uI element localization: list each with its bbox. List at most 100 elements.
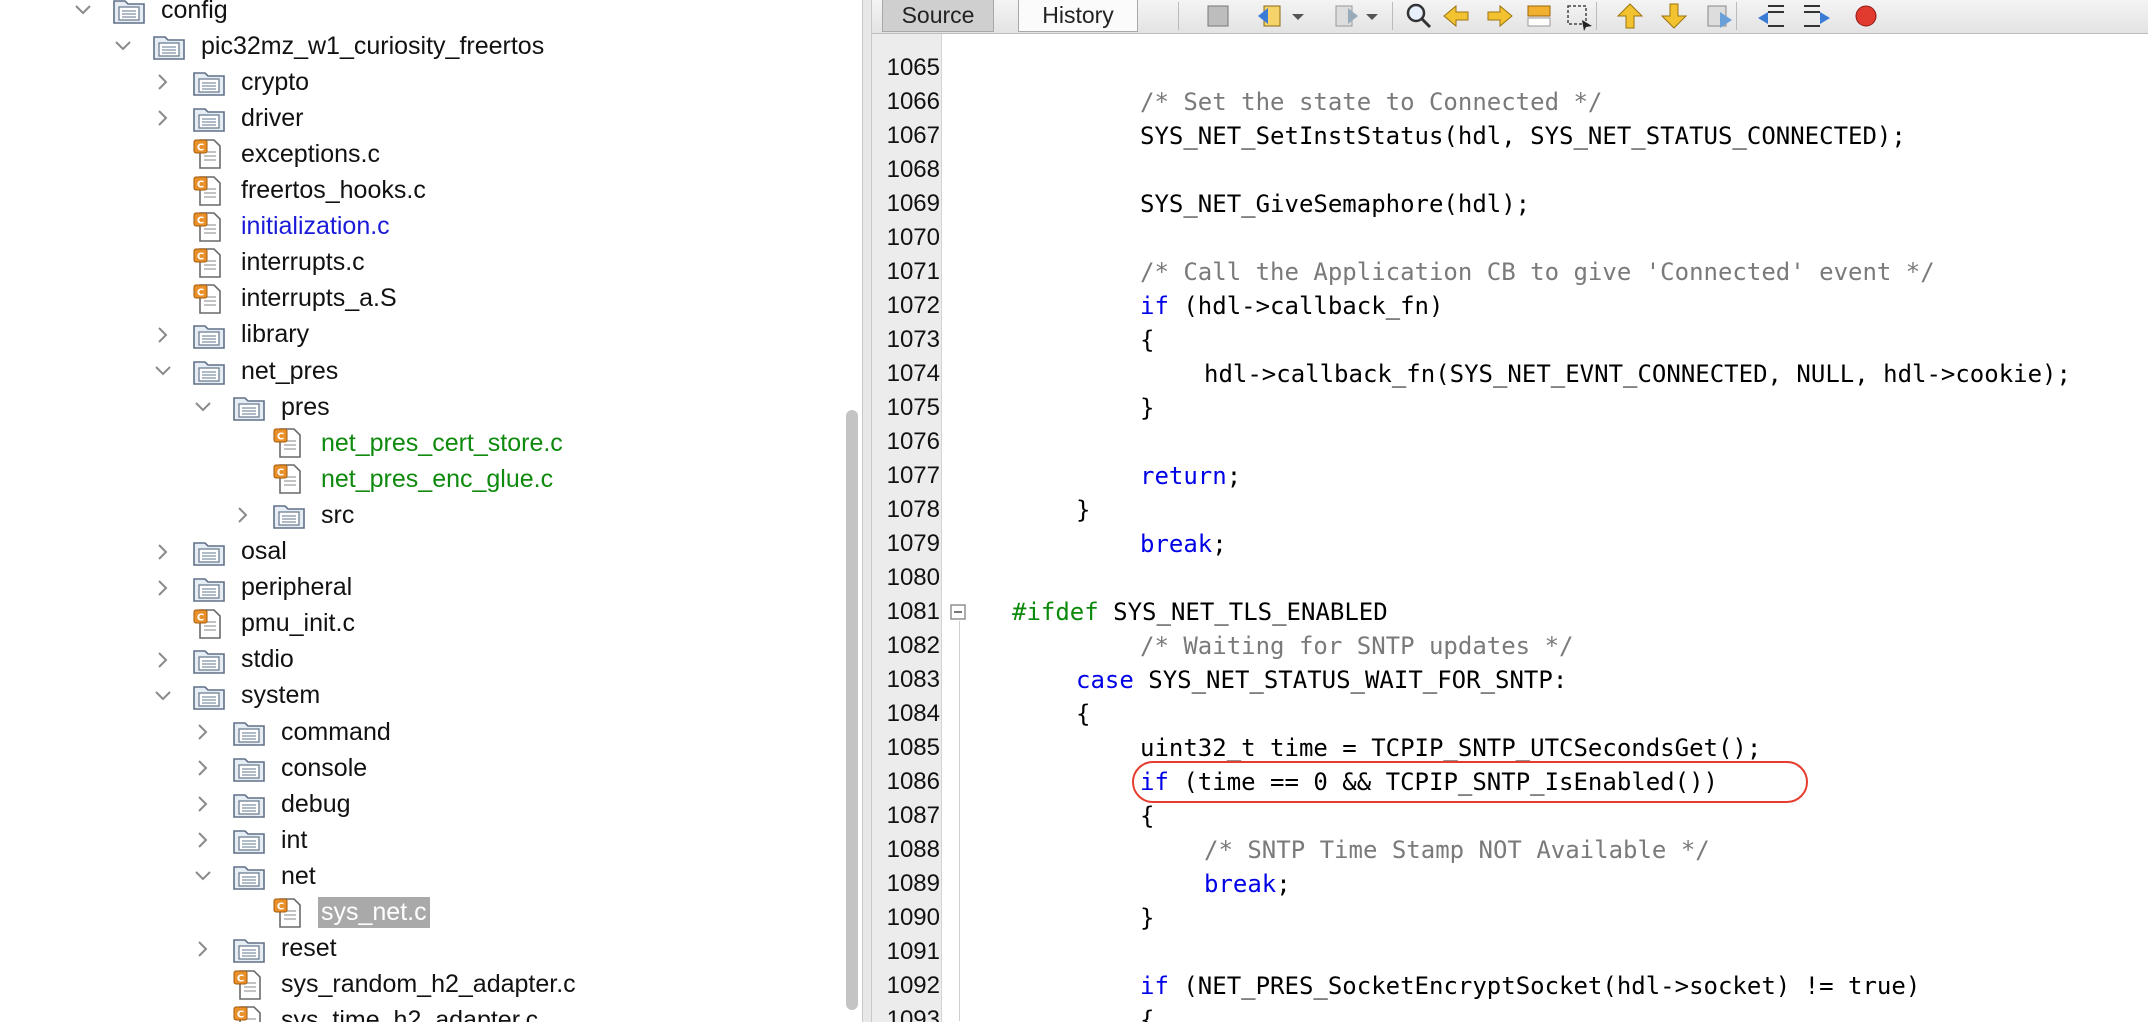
chevron-right-icon[interactable] [192, 822, 214, 858]
code-line[interactable]: 1087 { [872, 799, 2148, 833]
tree-file[interactable]: Cinitialization.c [152, 209, 393, 245]
code-line[interactable]: 1077 return; [872, 459, 2148, 493]
chevron-down-icon[interactable] [192, 858, 214, 894]
tree-folder[interactable]: system [152, 678, 323, 714]
code-line[interactable]: 1079 break; [872, 527, 2148, 561]
code-line[interactable]: 1066 /* Set the state to Connected */ [872, 85, 2148, 119]
code-line[interactable]: 1085 uint32_t time = TCPIP_SNTP_UTCSecond… [872, 731, 2148, 765]
tree-file[interactable]: Cfreertos_hooks.c [152, 173, 429, 209]
code-line[interactable]: 1065 [872, 51, 2148, 85]
tree-folder[interactable]: int [192, 822, 310, 858]
forward-dropdown-icon[interactable] [1356, 0, 1390, 32]
tree-file[interactable]: Cnet_pres_cert_store.c [232, 425, 566, 461]
tree-folder[interactable]: reset [192, 931, 340, 967]
tree-folder[interactable]: stdio [152, 642, 297, 678]
chevron-right-icon[interactable] [152, 64, 174, 100]
code-line[interactable]: 1072 if (hdl->callback_fn) [872, 289, 2148, 323]
code-line[interactable]: 1067 SYS_NET_SetInstStatus(hdl, SYS_NET_S… [872, 119, 2148, 153]
code-line[interactable]: 1074 hdl->callback_fn(SYS_NET_EVNT_CONNEC… [872, 357, 2148, 391]
code-line[interactable]: 1088 /* SNTP Time Stamp NOT Available */ [872, 833, 2148, 867]
code-editor[interactable]: Source History 1065 1066 /* Set the state … [872, 0, 2148, 1022]
tree-folder[interactable]: pic32mz_w1_curiosity_freertos [112, 28, 547, 64]
code-text: case SYS_NET_STATUS_WAIT_FOR_SNTP: [1076, 666, 1567, 694]
chevron-right-icon[interactable] [152, 534, 174, 570]
last-edit-icon[interactable] [1202, 0, 1236, 32]
chevron-down-icon[interactable] [152, 678, 174, 714]
code-line[interactable]: 1083 case SYS_NET_STATUS_WAIT_FOR_SNTP: [872, 663, 2148, 697]
previous-bookmark-icon[interactable] [1614, 0, 1648, 32]
chevron-down-icon[interactable] [192, 389, 214, 425]
code-line[interactable]: 1086 if (time == 0 && TCPIP_SNTP_IsEnable… [872, 761, 2148, 803]
tree-folder[interactable]: osal [152, 534, 290, 570]
next-bookmark-icon[interactable] [1658, 0, 1692, 32]
code-line[interactable]: 1076 [872, 425, 2148, 459]
shift-left-icon[interactable] [1756, 0, 1790, 32]
chevron-right-icon[interactable] [152, 570, 174, 606]
chevron-right-icon[interactable] [192, 931, 214, 967]
find-icon[interactable] [1402, 0, 1436, 32]
code-line[interactable]: 1073 { [872, 323, 2148, 357]
code-line[interactable]: 1090} [872, 901, 2148, 935]
tree-scrollbar[interactable] [846, 410, 858, 1010]
shift-right-icon[interactable] [1800, 0, 1834, 32]
chevron-down-icon[interactable] [112, 28, 134, 64]
tree-folder[interactable]: pres [192, 389, 333, 425]
record-macro-icon[interactable] [1850, 0, 1884, 32]
back-dropdown-icon[interactable] [1282, 0, 1316, 32]
chevron-right-icon[interactable] [152, 317, 174, 353]
project-tree[interactable]: config pic32mz_w1_curiosity_freertos crypt… [0, 0, 860, 1022]
tree-file[interactable]: Csys_time_h2_adapter.c [192, 1003, 541, 1022]
chevron-right-icon[interactable] [192, 714, 214, 750]
code-line[interactable]: 1081 #ifdef SYS_NET_TLS_ENABLED [872, 595, 2148, 629]
tab-history[interactable]: History [1018, 0, 1138, 32]
tab-source[interactable]: Source [882, 0, 994, 32]
chevron-right-icon[interactable] [152, 642, 174, 678]
code-line[interactable]: 1089 break; [872, 867, 2148, 901]
code-line[interactable]: 1092 if (NET_PRES_SocketEncryptSocket(hdl… [872, 969, 2148, 1003]
chevron-right-icon[interactable] [232, 497, 254, 533]
tree-folder[interactable]: src [232, 497, 357, 533]
chevron-right-icon[interactable] [192, 786, 214, 822]
tree-folder[interactable]: crypto [152, 64, 312, 100]
code-line[interactable]: 1068 [872, 153, 2148, 187]
tree-file[interactable]: Cnet_pres_enc_glue.c [232, 461, 556, 497]
tree-folder[interactable]: library [152, 317, 312, 353]
code-line[interactable]: 1071 /* Call the Application CB to give '… [872, 255, 2148, 289]
code-text: return; [1140, 462, 1241, 490]
chevron-right-icon[interactable] [152, 100, 174, 136]
tree-folder[interactable]: console [192, 750, 370, 786]
tree-folder[interactable]: net_pres [152, 353, 341, 389]
fold-collapse-icon[interactable] [940, 604, 976, 620]
code-line[interactable]: 1093 { [872, 1003, 2148, 1022]
toggle-highlight-icon[interactable] [1522, 0, 1556, 32]
tree-folder[interactable]: config [72, 0, 231, 28]
find-previous-icon[interactable] [1440, 0, 1474, 32]
chevron-down-icon[interactable] [72, 0, 94, 28]
tree-file[interactable]: Cexceptions.c [152, 136, 383, 172]
tree-file[interactable]: Cinterrupts.c [152, 245, 368, 281]
code-line[interactable]: 1075} [872, 391, 2148, 425]
code-line[interactable]: 1091 [872, 935, 2148, 969]
code-line[interactable]: 1070 [872, 221, 2148, 255]
toggle-bookmark-icon[interactable] [1702, 0, 1736, 32]
tree-file[interactable]: Csys_net.c [232, 895, 430, 931]
tree-folder[interactable]: command [192, 714, 394, 750]
toggle-rectangular-selection-icon[interactable] [1562, 0, 1596, 32]
tree-folder[interactable]: driver [152, 100, 307, 136]
tree-folder[interactable]: debug [192, 786, 354, 822]
code-line[interactable]: 1069 SYS_NET_GiveSemaphore(hdl); [872, 187, 2148, 221]
find-next-icon[interactable] [1482, 0, 1516, 32]
chevron-down-icon[interactable] [152, 353, 174, 389]
tree-file[interactable]: Cpmu_init.c [152, 606, 358, 642]
code-line[interactable]: 1078} [872, 493, 2148, 527]
code-line[interactable]: 1080 [872, 561, 2148, 595]
pane-splitter[interactable] [862, 0, 872, 1022]
tree-file[interactable]: Cinterrupts_a.S [152, 281, 400, 317]
tree-file[interactable]: Csys_random_h2_adapter.c [192, 967, 579, 1003]
tree-folder[interactable]: peripheral [152, 570, 355, 606]
chevron-right-icon[interactable] [192, 750, 214, 786]
tree-folder[interactable]: net [192, 858, 319, 894]
code-line[interactable]: 1084 { [872, 697, 2148, 731]
code-area[interactable]: 1065 1066 /* Set the state to Connected */… [872, 51, 2148, 1022]
code-line[interactable]: 1082 /* Waiting for SNTP updates */ [872, 629, 2148, 663]
